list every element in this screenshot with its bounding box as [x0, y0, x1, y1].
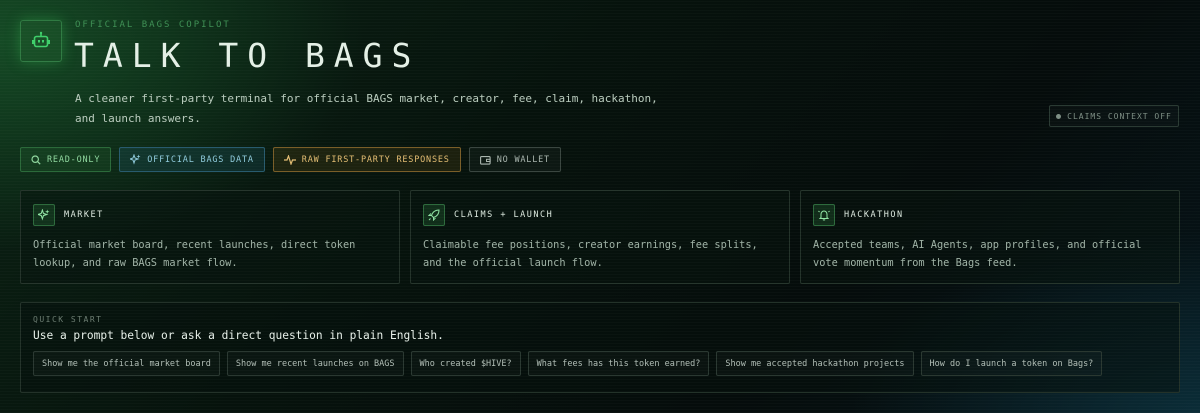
card-title: CLAIMS + LAUNCH [454, 210, 554, 220]
sparkle-icon [33, 204, 55, 226]
card-description: Accepted teams, AI Agents, app profiles,… [813, 239, 1142, 269]
subtitle-line-1: A cleaner first-party terminal for offic… [75, 92, 658, 105]
card-title: HACKATHON [844, 210, 904, 220]
card-claims-launch: CLAIMS + LAUNCH Claimable fee positions,… [410, 190, 790, 284]
card-description: Official market board, recent launches, … [33, 239, 356, 269]
eyebrow-label: OFFICIAL BAGS COPILOT [75, 20, 231, 30]
pill-label: READ-ONLY [47, 154, 101, 165]
prompt-recent-launches[interactable]: Show me recent launches on BAGS [226, 351, 404, 376]
pill-label: RAW FIRST-PARTY RESPONSES [301, 154, 450, 165]
pill-official-data: OFFICIAL BAGS DATA [119, 147, 265, 172]
status-dot-icon [1056, 113, 1062, 119]
wallet-icon [479, 155, 491, 165]
robot-icon [32, 31, 50, 48]
card-market: MARKET Official market board, recent lau… [20, 190, 400, 284]
prompt-launch-token[interactable]: How do I launch a token on Bags? [920, 351, 1103, 376]
activity-icon [283, 154, 296, 165]
prompt-hackathon-projects[interactable]: Show me accepted hackathon projects [716, 351, 914, 376]
search-icon [31, 154, 41, 165]
card-description: Claimable fee positions, creator earning… [423, 239, 758, 269]
pill-label: OFFICIAL BAGS DATA [147, 154, 254, 165]
subtitle-line-2: and launch answers. [75, 112, 201, 125]
prompt-suggestions: Show me the official market board Show m… [33, 351, 1167, 376]
quick-start-panel: QUICK START Use a prompt below or ask a … [20, 302, 1180, 393]
pill-no-wallet: NO WALLET [468, 147, 561, 172]
pill-raw-responses: RAW FIRST-PARTY RESPONSES [272, 147, 461, 172]
pill-label: NO WALLET [496, 154, 550, 165]
bell-icon [813, 204, 835, 226]
capability-pills: READ-ONLY OFFICIAL BAGS DATA RAW FIRST-P… [20, 147, 561, 172]
prompt-token-fees[interactable]: What fees has this token earned? [527, 351, 710, 376]
sparkle-icon [130, 154, 141, 165]
feature-cards: MARKET Official market board, recent lau… [20, 190, 1180, 284]
page-subtitle: A cleaner first-party terminal for offic… [75, 89, 675, 129]
claims-context-label: CLAIMS CONTEXT OFF [1067, 111, 1172, 121]
claims-context-toggle[interactable]: CLAIMS CONTEXT OFF [1049, 105, 1179, 127]
card-hackathon: HACKATHON Accepted teams, AI Agents, app… [800, 190, 1180, 284]
quick-start-label: QUICK START [33, 315, 103, 324]
page-title: TALK TO BAGS [74, 36, 421, 75]
rocket-icon [423, 204, 445, 226]
prompt-market-board[interactable]: Show me the official market board [33, 351, 220, 376]
pill-read-only: READ-ONLY [20, 147, 112, 172]
logo-badge [20, 20, 62, 62]
prompt-who-created-hive[interactable]: Who created $HIVE? [410, 351, 521, 376]
quick-start-text: Use a prompt below or ask a direct quest… [33, 329, 444, 342]
card-title: MARKET [64, 210, 104, 220]
